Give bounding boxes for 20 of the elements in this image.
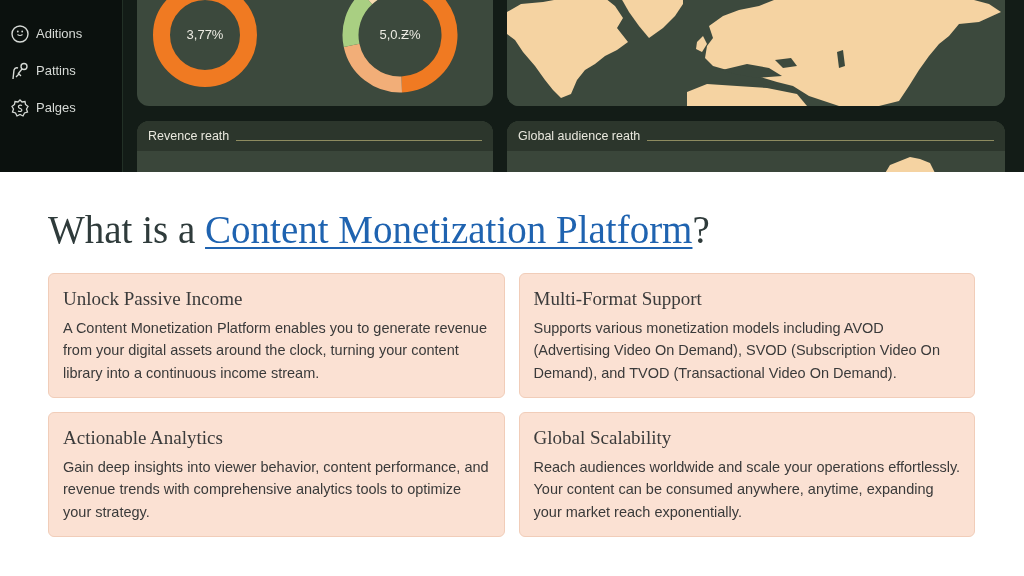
- card-text: Gain deep insights into viewer behavior, content performance, and revenue trends with comprehensive analytics tools to optimize your strategy.: [63, 457, 490, 522]
- card-title: Multi-Format Support: [533, 286, 703, 311]
- heading-link[interactable]: Content Monetization Platform: [205, 208, 693, 251]
- gear-icon[interactable]: [11, 98, 29, 117]
- panel-title: Global audience reath: [518, 127, 641, 145]
- sidebar-item-label[interactable]: Palges: [36, 97, 76, 118]
- card-title: Unlock Passive Income: [63, 286, 244, 311]
- card-title: Global Scalability: [533, 425, 673, 450]
- pen-tool-icon[interactable]: [11, 61, 29, 80]
- sidebar-item-label[interactable]: Aditions: [36, 23, 83, 44]
- card-text: Supports various monetization models including AVOD (Advertising Video On Demand), SVOD (Subscription Video On Demand), and TVOD (Transactional Video On Demand).: [533, 318, 941, 383]
- card-title: Actionable Analytics: [63, 425, 224, 450]
- donut-value: 3,77%: [186, 26, 224, 45]
- panel-title: Revence reath: [148, 127, 230, 145]
- section-heading: What is a Content Monetization Platform?: [48, 207, 711, 253]
- donut-value: 5,0.Ƶ%: [379, 26, 421, 45]
- card-text: Reach audiences worldwide and scale your operations effortlessly. Your content can be consumed anywhere, anytime, expanding your market reach exponentially.: [533, 457, 962, 522]
- smiley-icon[interactable]: [11, 24, 29, 43]
- sidebar-item-label[interactable]: Pattins: [36, 60, 76, 81]
- card-text: A Content Monetization Platform enables you to generate revenue from your digital assets around the clock, turning your content library into a continuous income stream.: [63, 318, 488, 383]
